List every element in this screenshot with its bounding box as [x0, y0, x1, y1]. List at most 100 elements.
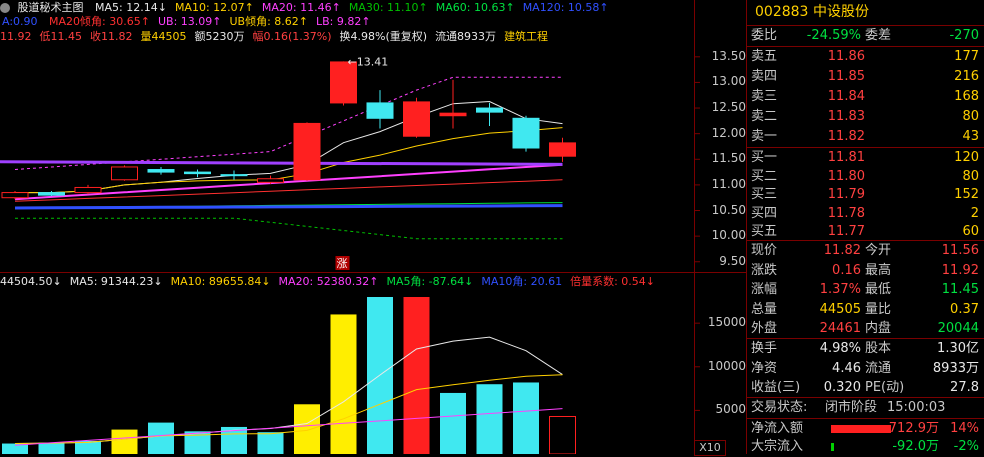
quote-label: 今开	[865, 243, 892, 258]
volume-bar	[111, 429, 138, 454]
flow-value: 712.9万	[888, 421, 939, 436]
candle[interactable]	[220, 170, 248, 180]
book-level-label: 卖五	[751, 49, 778, 64]
info-item: 幅0.16(1.37%)	[252, 30, 332, 43]
trade-status-row: 交易状态: 闭市阶段 15:00:03	[751, 400, 946, 415]
price-chart[interactable]: ←13.41 涨	[0, 44, 746, 272]
quote-row: 外盘 24461 内盘 20044	[747, 319, 984, 339]
flow-bar	[831, 443, 835, 451]
book-volume: 152	[954, 187, 979, 202]
book-volume: 168	[954, 89, 979, 104]
candle[interactable]	[147, 166, 175, 175]
ask-row[interactable]: 卖二 11.83 80	[747, 107, 984, 127]
stock-header: 002883 中设股份	[747, 2, 984, 24]
book-level-label: 卖一	[751, 129, 778, 144]
stats-row: 净资 4.46 流通 8933万	[747, 359, 984, 379]
quote-label: 总量	[751, 301, 778, 317]
ma-legend-item: MA120: 10.58↑	[522, 1, 609, 14]
book-volume: 177	[954, 49, 979, 64]
stats-label: 流通	[865, 360, 892, 376]
stats-value: 4.98%	[819, 341, 861, 356]
ma-legend-item: MA20倾角: 30.65↑	[49, 15, 150, 28]
volume-chart[interactable]	[0, 289, 746, 454]
volume-tick-label: 15000	[707, 315, 746, 330]
book-level-label: 买一	[751, 150, 778, 165]
info-item: 额5230万	[194, 30, 245, 43]
book-volume: 43	[962, 129, 979, 144]
bid-row[interactable]: 买三 11.79 152	[747, 185, 984, 205]
info-item: 换4.98%(重复权)	[339, 30, 428, 43]
panel-divider	[0, 272, 746, 273]
ma120-line	[14, 204, 563, 210]
quote-label: 涨幅	[751, 282, 778, 297]
volume-bar	[38, 442, 65, 454]
stats-value: 1.30亿	[937, 341, 979, 356]
price-tick-label: 10.00	[711, 228, 746, 243]
candle-body	[184, 171, 211, 175]
candle[interactable]	[111, 165, 138, 181]
limit-up-marker-label: 涨	[337, 257, 348, 270]
quote-label: 最高	[865, 262, 892, 278]
quote-label: 涨跌	[751, 262, 778, 278]
candle[interactable]	[512, 115, 540, 152]
book-level-label: 买三	[751, 187, 778, 202]
ask-row[interactable]: 卖四 11.85 216	[747, 67, 984, 87]
ask-row[interactable]: 卖一 11.82 43	[747, 127, 984, 147]
bid-row[interactable]: 买五 11.77 60	[747, 222, 984, 242]
volume-axis: 15000 10000 5000	[694, 289, 746, 454]
ma-legend-item: MA60: 10.63↑	[435, 1, 515, 14]
axis-divider	[694, 0, 695, 454]
ask-row[interactable]: 卖三 11.84 168	[747, 87, 984, 107]
candle-body	[220, 174, 248, 177]
ma-legend-item: UB倾角: 8.62↑	[229, 15, 308, 28]
candle[interactable]	[476, 102, 503, 126]
quote-value: 11.82	[823, 243, 861, 258]
ask-row[interactable]: 卖五 11.86 177	[747, 47, 984, 67]
candle[interactable]	[403, 97, 430, 138]
price-tick-label: 13.50	[711, 48, 746, 63]
book-volume: 120	[954, 150, 979, 165]
upper-band-line	[14, 76, 563, 170]
stock-name: 中设股份	[813, 4, 869, 20]
candle-body	[476, 107, 503, 113]
info-item: 量44505	[140, 30, 187, 43]
quote-value: 20044	[937, 321, 979, 336]
price-tick-label: 11.00	[711, 176, 746, 191]
price-tick-label: 11.50	[711, 151, 746, 166]
candle[interactable]	[257, 175, 284, 184]
volume-bar	[148, 422, 174, 454]
candle-body	[1, 192, 29, 199]
chart-area[interactable]: 股道秘术主图 MA5: 12.14↓ MA10: 12.07↑ MA20: 11.4…	[0, 0, 746, 456]
info-item: 收11.82	[90, 30, 133, 43]
candle[interactable]	[366, 90, 394, 129]
volume-legend-item: MA20: 52380.32↑	[278, 275, 379, 288]
quote-value: 1.37%	[819, 282, 861, 297]
stats-label: PE(动)	[865, 380, 905, 395]
ma-legend-item: MA10: 12.07↑	[174, 1, 254, 14]
ma5-line	[15, 100, 563, 194]
bid-row[interactable]: 买二 11.80 80	[747, 167, 984, 187]
candle[interactable]	[184, 169, 211, 178]
volume-legend-item: MA5角: -87.64↓	[386, 275, 474, 288]
candle[interactable]	[293, 122, 321, 181]
flow-pct: -2%	[953, 439, 979, 454]
book-level-label: 买五	[751, 224, 778, 239]
book-volume: 60	[962, 224, 979, 239]
quote-value: 0.16	[832, 262, 861, 278]
volume-tick-label: 10000	[707, 358, 746, 373]
volume-legend-item: MA10: 89655.84↓	[170, 275, 271, 288]
chart-menu-icon[interactable]	[0, 3, 10, 13]
candle[interactable]	[74, 184, 102, 195]
candle[interactable]	[439, 79, 467, 129]
ma-legend-item: UB: 13.09↑	[157, 15, 222, 28]
quote-label: 现价	[751, 243, 778, 258]
book-price: 11.79	[827, 187, 865, 202]
candle[interactable]	[549, 137, 576, 162]
candle[interactable]	[1, 191, 29, 200]
bid-row[interactable]: 买一 11.81 120	[747, 148, 984, 168]
stats-value: 27.8	[950, 380, 979, 395]
stats-label: 换手	[751, 341, 778, 356]
candle-body	[366, 102, 394, 119]
bid-row[interactable]: 买四 11.78 2	[747, 204, 984, 224]
volume-bar	[257, 432, 284, 454]
